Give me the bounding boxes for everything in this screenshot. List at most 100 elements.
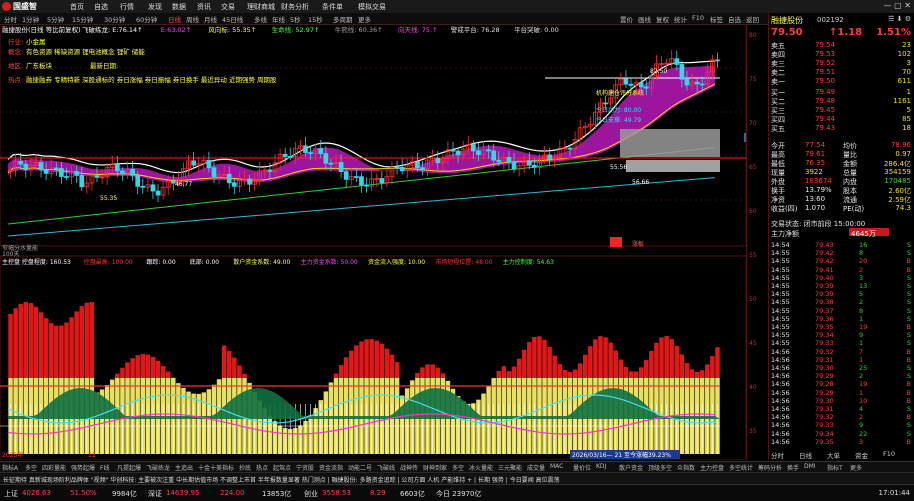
candle-body[interactable] — [603, 102, 608, 105]
menu-item[interactable]: 理财商城 — [247, 2, 275, 12]
candle-body[interactable] — [231, 182, 237, 187]
indicator-tab[interactable]: 凡提起爆 — [117, 463, 141, 472]
indicator-tab[interactable]: 顶级多空 — [648, 463, 672, 472]
candle-body[interactable] — [59, 168, 64, 177]
menu-item[interactable]: 数据 — [172, 2, 186, 12]
candle-body[interactable] — [486, 149, 491, 152]
panel-menu-icon[interactable]: ☰ ⬇ ⚙ — [888, 15, 911, 23]
candle-body[interactable] — [18, 161, 24, 165]
period-tab[interactable]: 1分钟 — [22, 14, 39, 24]
period-tab[interactable]: 5秒 — [290, 14, 301, 24]
indicator-tab[interactable]: 多空 — [452, 463, 464, 472]
candle-body[interactable] — [267, 169, 273, 172]
indicator-tab[interactable]: 抄底 — [239, 463, 251, 472]
indicator-tab[interactable]: 主力控盘 — [700, 463, 724, 472]
news-ticker[interactable]: 长征期待 真新城现场阶利品牌体 "视频" 华创科技: 主要被次注重 中长期估值市… — [0, 472, 914, 484]
window-controls[interactable]: — ▢ ✕ — [884, 1, 911, 10]
period-tab[interactable]: 15分钟 — [72, 14, 93, 24]
candle-body[interactable] — [476, 150, 481, 156]
tool-button[interactable]: 返回 — [746, 14, 759, 24]
candle-body[interactable] — [699, 83, 705, 86]
candle-body[interactable] — [308, 152, 313, 155]
indicator-tab[interactable]: KDJ — [596, 463, 606, 470]
candle-body[interactable] — [470, 144, 476, 152]
indicator-tab[interactable]: 热点 — [256, 463, 268, 472]
app-logo[interactable]: 国盛智 — [2, 1, 37, 12]
candle-body[interactable] — [226, 173, 232, 184]
candle-body[interactable] — [191, 160, 196, 166]
indicator-tab[interactable]: 指标T — [827, 463, 843, 472]
candle-body[interactable] — [318, 148, 324, 154]
tool-button[interactable]: 复权 — [656, 14, 669, 24]
candle-body[interactable] — [359, 176, 364, 186]
candle-body[interactable] — [328, 162, 334, 165]
period-tab[interactable]: 30分钟 — [104, 14, 125, 24]
period-tab[interactable]: 分时 — [4, 14, 17, 24]
candle-body[interactable] — [679, 64, 685, 80]
candle-body[interactable] — [79, 175, 85, 188]
menu-item[interactable]: 模拟交易 — [358, 2, 386, 12]
candle-body[interactable] — [643, 86, 649, 89]
candle-body[interactable] — [323, 153, 329, 164]
candle-body[interactable] — [674, 58, 680, 65]
candle-body[interactable] — [628, 83, 634, 86]
candle-body[interactable] — [496, 159, 502, 163]
panel-tab[interactable]: 日线 — [799, 450, 812, 460]
tool-button[interactable]: F10 — [692, 14, 704, 22]
candle-body[interactable] — [115, 163, 120, 172]
candle-body[interactable] — [694, 81, 700, 85]
candle-body[interactable] — [94, 175, 100, 178]
candle-body[interactable] — [23, 163, 29, 171]
indicator-tab[interactable]: MAC — [550, 463, 563, 470]
indicator-tab[interactable]: 冰火量能 — [469, 463, 493, 472]
candle-body[interactable] — [206, 159, 212, 169]
candle-body[interactable] — [526, 160, 532, 166]
candle-body[interactable] — [247, 178, 252, 185]
indicator-tab[interactable]: 宁资股 — [296, 463, 314, 472]
menu-item[interactable]: 行情 — [120, 2, 134, 12]
candle-body[interactable] — [394, 166, 400, 169]
candle-body[interactable] — [140, 185, 146, 188]
period-tab[interactable]: 日线 — [168, 14, 181, 24]
indicator-tab[interactable]: 飞破线 — [377, 463, 395, 472]
indicator-tab[interactable]: 散户资金 — [619, 463, 643, 472]
period-tab[interactable]: 5分钟 — [47, 14, 64, 24]
tool-button[interactable]: 置价 — [620, 14, 633, 24]
candle-body[interactable] — [120, 170, 125, 174]
candle-body[interactable] — [435, 157, 441, 164]
candle-body[interactable] — [420, 167, 425, 170]
period-tab[interactable]: 多线 — [254, 14, 267, 24]
candle-body[interactable] — [53, 167, 59, 170]
indicator-tab[interactable]: 量价位 — [573, 463, 591, 472]
candle-body[interactable] — [211, 167, 217, 177]
indicator-tab[interactable]: 成交量 — [527, 463, 545, 472]
panel-tab[interactable]: 资金 — [855, 450, 868, 460]
indicator-tab[interactable]: 多空 — [25, 463, 37, 472]
menu-item[interactable]: 财务分析 — [281, 2, 309, 12]
candle-body[interactable] — [135, 174, 141, 187]
menu-item[interactable]: 资讯 — [197, 2, 211, 12]
candle-body[interactable] — [303, 145, 308, 154]
indicator-tab[interactable]: 主追出 — [175, 463, 193, 472]
candle-body[interactable] — [38, 162, 44, 171]
indicator-tab[interactable]: 更多 — [850, 463, 862, 472]
indicator-tab[interactable]: 三元聚能 — [498, 463, 522, 472]
indicator-tab[interactable]: 多空统计 — [729, 463, 753, 472]
panel-tab[interactable]: 大单 — [827, 450, 840, 460]
period-tab[interactable]: 更多 — [358, 14, 371, 24]
tool-button[interactable]: 标签 — [710, 14, 723, 24]
indicator-tab[interactable]: 十金十美指标 — [198, 463, 234, 472]
candle-body[interactable] — [354, 176, 359, 178]
period-tab[interactable]: 多周期 — [333, 14, 353, 24]
menu-item[interactable]: 自选 — [94, 2, 108, 12]
candle-body[interactable] — [64, 176, 69, 178]
candle-body[interactable] — [343, 171, 349, 180]
candle-body[interactable] — [282, 153, 288, 157]
candle-body[interactable] — [338, 162, 344, 173]
candle-body[interactable] — [364, 184, 369, 187]
indicator-tab[interactable]: 筹码分析 — [758, 463, 782, 472]
indicator-tab[interactable]: 起驾点 — [273, 463, 291, 472]
period-tab[interactable]: 60分钟 — [136, 14, 157, 24]
indicator-tab[interactable]: 飞破练龙 — [146, 463, 170, 472]
indicator-tab[interactable]: DMI — [804, 463, 816, 470]
